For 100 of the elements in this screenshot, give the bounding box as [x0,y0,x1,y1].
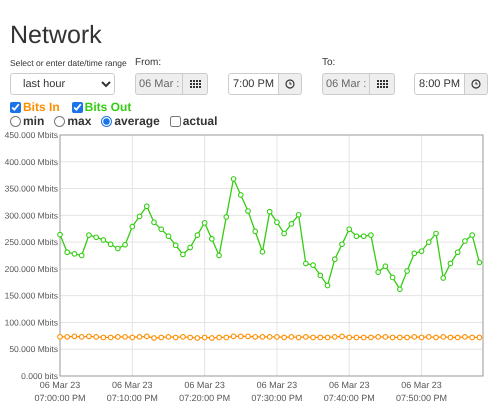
point [151,335,157,341]
point [296,212,302,218]
point [208,236,215,242]
point [122,334,128,340]
mode-radio[interactable] [101,116,112,126]
point [93,234,100,240]
point [281,230,288,236]
point [324,282,330,288]
point [180,334,186,340]
point [411,334,418,340]
point [360,334,367,340]
point [64,334,70,340]
point [382,334,388,340]
series-label: Bits Out [84,99,132,116]
point [57,232,63,238]
point [360,233,367,240]
point [245,208,251,214]
time-field[interactable]: 7:00 PM [228,73,279,95]
point [158,334,164,340]
range-select[interactable]: last hour [10,73,115,95]
date-field[interactable]: 06 Mar : [322,73,370,95]
point [252,334,258,340]
point [166,334,172,340]
point [296,334,302,340]
point [354,334,360,340]
point [332,334,338,340]
point [216,252,222,258]
point [194,335,200,341]
x-tick-label: 06 Mar 23 07:00:00 PM [34,380,86,403]
point [310,262,316,268]
point [72,251,78,257]
point [108,241,114,248]
mode-label: min [23,113,44,130]
point [230,334,236,340]
point [260,334,266,340]
clock-button[interactable] [279,73,302,95]
point [462,238,468,244]
point [208,335,215,341]
point [57,334,63,340]
point [114,334,121,340]
y-tick-label: 200.000 Mbits [4,264,58,274]
mode-checkbox[interactable] [170,116,181,126]
point [64,249,70,256]
point [411,250,418,256]
point [274,334,280,340]
point [129,334,136,340]
point [158,226,164,232]
point [86,232,92,238]
series-checkbox[interactable] [10,102,21,112]
calendar-icon [376,80,388,88]
point [339,241,345,248]
point [78,252,85,258]
date-field[interactable]: 06 Mar : [135,73,183,95]
point [390,334,396,340]
calendar-button[interactable] [370,73,395,95]
calendar-icon [190,80,200,88]
mode-label: actual [182,113,218,130]
point [448,260,454,266]
point [78,334,85,340]
point [230,176,236,182]
point [151,219,157,226]
point [100,334,106,340]
point [354,233,360,240]
clock-icon [471,79,481,89]
page-title: Network [9,20,103,50]
point [476,334,482,340]
clock-button[interactable] [465,73,488,95]
y-tick-label: 400.000 Mbits [4,156,58,167]
point [426,334,432,340]
point [281,334,288,340]
point [187,244,194,250]
y-tick-label: 150.000 Mbits [4,290,58,301]
x-tick-label: 06 Mar 23 07:30:00 PM [251,380,302,403]
calendar-button[interactable] [183,73,208,95]
series-label: Bits In [23,99,60,116]
y-tick-label: 250.000 Mbits [4,237,58,248]
point [346,226,352,232]
point [216,334,222,340]
x-tick-label: 06 Mar 23 07:10:00 PM [106,380,158,403]
x-tick-label: 06 Mar 23 07:20:00 PM [179,380,230,403]
point [180,252,186,258]
point [440,334,446,340]
point [317,272,324,278]
point [187,334,194,340]
x-tick-label: 06 Mar 23 07:50:00 PM [396,380,448,403]
mode-label: max [67,113,92,130]
point [288,334,294,340]
field-label: From: [135,57,162,69]
point [454,334,461,340]
y-tick-label: 300.000 Mbits [4,210,58,220]
point [433,230,439,236]
mode-radio[interactable] [54,116,66,126]
time-field[interactable]: 8:00 PM [414,73,465,95]
point [172,242,179,248]
point [404,268,410,274]
y-tick-label: 50.000 Mbits [9,344,58,354]
point [433,334,439,340]
mode-radio[interactable] [10,116,21,126]
point [108,334,114,340]
series-checkbox[interactable] [72,102,83,112]
